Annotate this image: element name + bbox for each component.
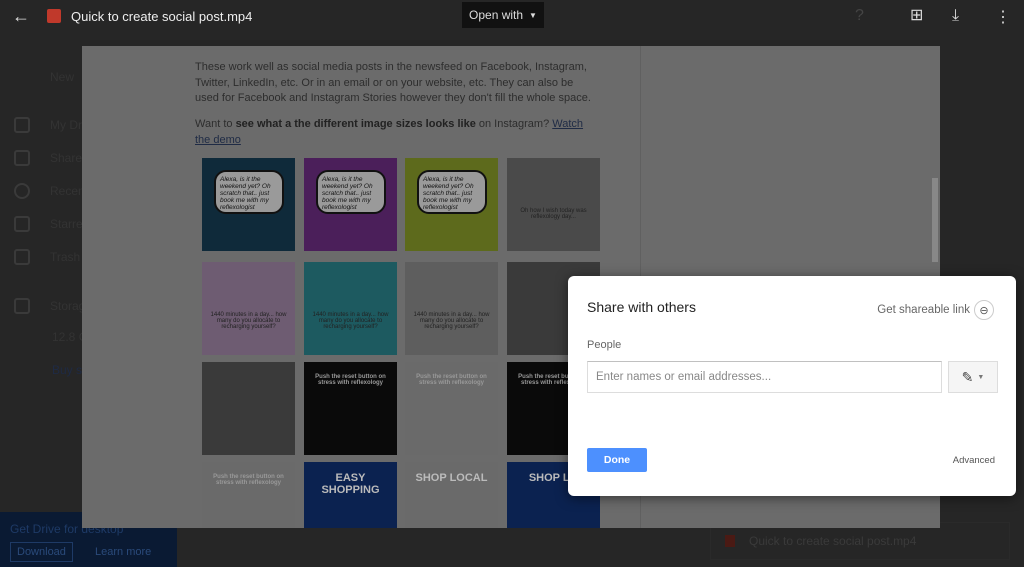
paragraph: These work well as social media posts in…	[195, 61, 591, 104]
tile-text: 1440 minutes in a day... how many do you…	[210, 312, 287, 330]
new-button[interactable]: New	[50, 70, 74, 84]
image-tile[interactable]: 1440 minutes in a day... how many do you…	[405, 262, 498, 355]
chevron-down-icon: ▼	[529, 10, 537, 20]
tile-text: Push the reset button on stress with ref…	[315, 374, 386, 386]
share-dialog: Share with others Get shareable link ⊖ Pe…	[568, 276, 1016, 496]
buy-storage-link[interactable]: Buy s	[52, 363, 82, 377]
dialog-title: Share with others	[587, 299, 696, 315]
people-input[interactable]	[587, 361, 942, 393]
tile-text: Alexa, is it the weekend yet? Oh scratch…	[417, 170, 487, 214]
paragraph: Want to see what a the different image s…	[195, 117, 595, 148]
image-tile[interactable]: Alexa, is it the weekend yet? Oh scratch…	[202, 158, 295, 251]
people-icon	[14, 150, 30, 166]
permission-dropdown[interactable]: ✎ ▼	[948, 361, 998, 393]
chevron-down-icon: ▼	[977, 373, 985, 381]
image-tile[interactable]: SHOP LOCAL	[405, 462, 498, 528]
tile-text: EASY SHOPPING	[321, 472, 380, 496]
clock-icon	[14, 183, 30, 199]
image-tile[interactable]: Push the reset button on stress with ref…	[304, 362, 397, 455]
add-comment-icon[interactable]: ⊞	[910, 5, 923, 25]
sidebar-item-shared[interactable]: Shared	[14, 150, 89, 166]
video-file-icon	[47, 9, 61, 23]
sidebar-item-recent[interactable]: Recent	[14, 183, 88, 199]
scrollbar[interactable]	[932, 178, 938, 262]
people-label: People	[587, 339, 622, 351]
sidebar-label: Trash	[50, 250, 81, 264]
bold-text: see what a the different image sizes loo…	[235, 118, 476, 130]
image-tile[interactable]: Oh how I wish today was reflexology day.…	[507, 158, 600, 251]
tile-text: 1440 minutes in a day... how many do you…	[312, 312, 389, 330]
advanced-link[interactable]: Advanced	[953, 455, 995, 466]
download-button[interactable]: Download	[10, 542, 73, 562]
image-tile[interactable]: 1440 minutes in a day... how many do you…	[304, 262, 397, 355]
tile-text: Alexa, is it the weekend yet? Oh scratch…	[316, 170, 386, 214]
open-with-button[interactable]: Open with ▼	[462, 2, 544, 28]
tile-text: Oh how I wish today was reflexology day.…	[520, 208, 587, 220]
pencil-icon: ✎	[961, 368, 974, 385]
sidebar-item-trash[interactable]: Trash	[14, 249, 80, 265]
viewer-toolbar: ← Quick to create social post.mp4 Open w…	[0, 0, 1024, 33]
back-arrow-icon[interactable]: ←	[12, 6, 30, 27]
tile-text: Push the reset button on stress with ref…	[213, 474, 284, 486]
image-tile[interactable]: Alexa, is it the weekend yet? Oh scratch…	[405, 158, 498, 251]
image-tile[interactable]: Push the reset button on stress with ref…	[405, 362, 498, 455]
shareable-link-label: Get shareable link	[877, 304, 970, 316]
download-icon[interactable]: ⤓	[952, 7, 959, 25]
tile-text: Push the reset button on stress with ref…	[416, 374, 487, 386]
more-vert-icon[interactable]: ⋮	[995, 7, 1011, 27]
star-icon	[14, 216, 30, 232]
text: on Instagram?	[475, 118, 553, 130]
image-tile[interactable]: Push the reset button on stress with ref…	[202, 462, 295, 528]
done-button[interactable]: Done	[587, 448, 647, 472]
image-tile[interactable]: EASY SHOPPING	[304, 462, 397, 528]
upload-file-name: Quick to create social post.mp4	[749, 534, 917, 548]
trash-icon	[14, 249, 30, 265]
sidebar-item-storage[interactable]: Storage	[14, 298, 92, 314]
open-with-label: Open with	[469, 8, 524, 22]
tile-text: SHOP LOCAL	[415, 472, 488, 484]
tile-text: 1440 minutes in a day... how many do you…	[413, 312, 490, 330]
video-file-icon	[725, 535, 735, 547]
image-tile[interactable]: Alexa, is it the weekend yet? Oh scratch…	[304, 158, 397, 251]
drive-icon	[14, 117, 30, 133]
learn-more-link[interactable]: Learn more	[95, 546, 151, 558]
image-tile[interactable]	[202, 362, 295, 455]
help-icon: ?	[855, 7, 864, 24]
text: Want to	[195, 118, 236, 130]
link-icon: ⊖	[974, 300, 994, 320]
file-title: Quick to create social post.mp4	[71, 9, 253, 24]
storage-icon	[14, 298, 30, 314]
image-tile[interactable]: 1440 minutes in a day... how many do you…	[202, 262, 295, 355]
tile-text: Alexa, is it the weekend yet? Oh scratch…	[214, 170, 284, 214]
sidebar-item-starred[interactable]: Starred	[14, 216, 89, 232]
get-shareable-link[interactable]: Get shareable link ⊖	[877, 300, 994, 320]
